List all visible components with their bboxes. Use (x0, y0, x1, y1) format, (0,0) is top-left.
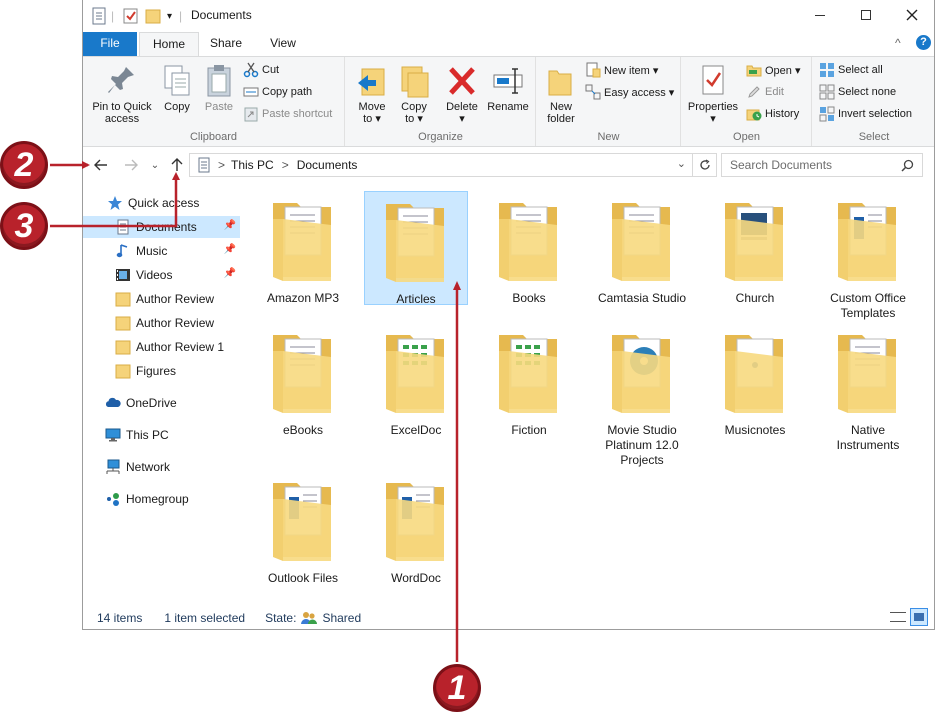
callout-3-line (44, 178, 178, 228)
callout-3: 3 (0, 202, 48, 250)
callout-lines (44, 161, 461, 666)
callout-1-arrow (453, 281, 461, 290)
callout-3-arrow (172, 172, 180, 180)
callout-2-arrow (82, 161, 90, 169)
callout-2: 2 (0, 141, 48, 189)
callout-1: 1 (433, 664, 481, 712)
